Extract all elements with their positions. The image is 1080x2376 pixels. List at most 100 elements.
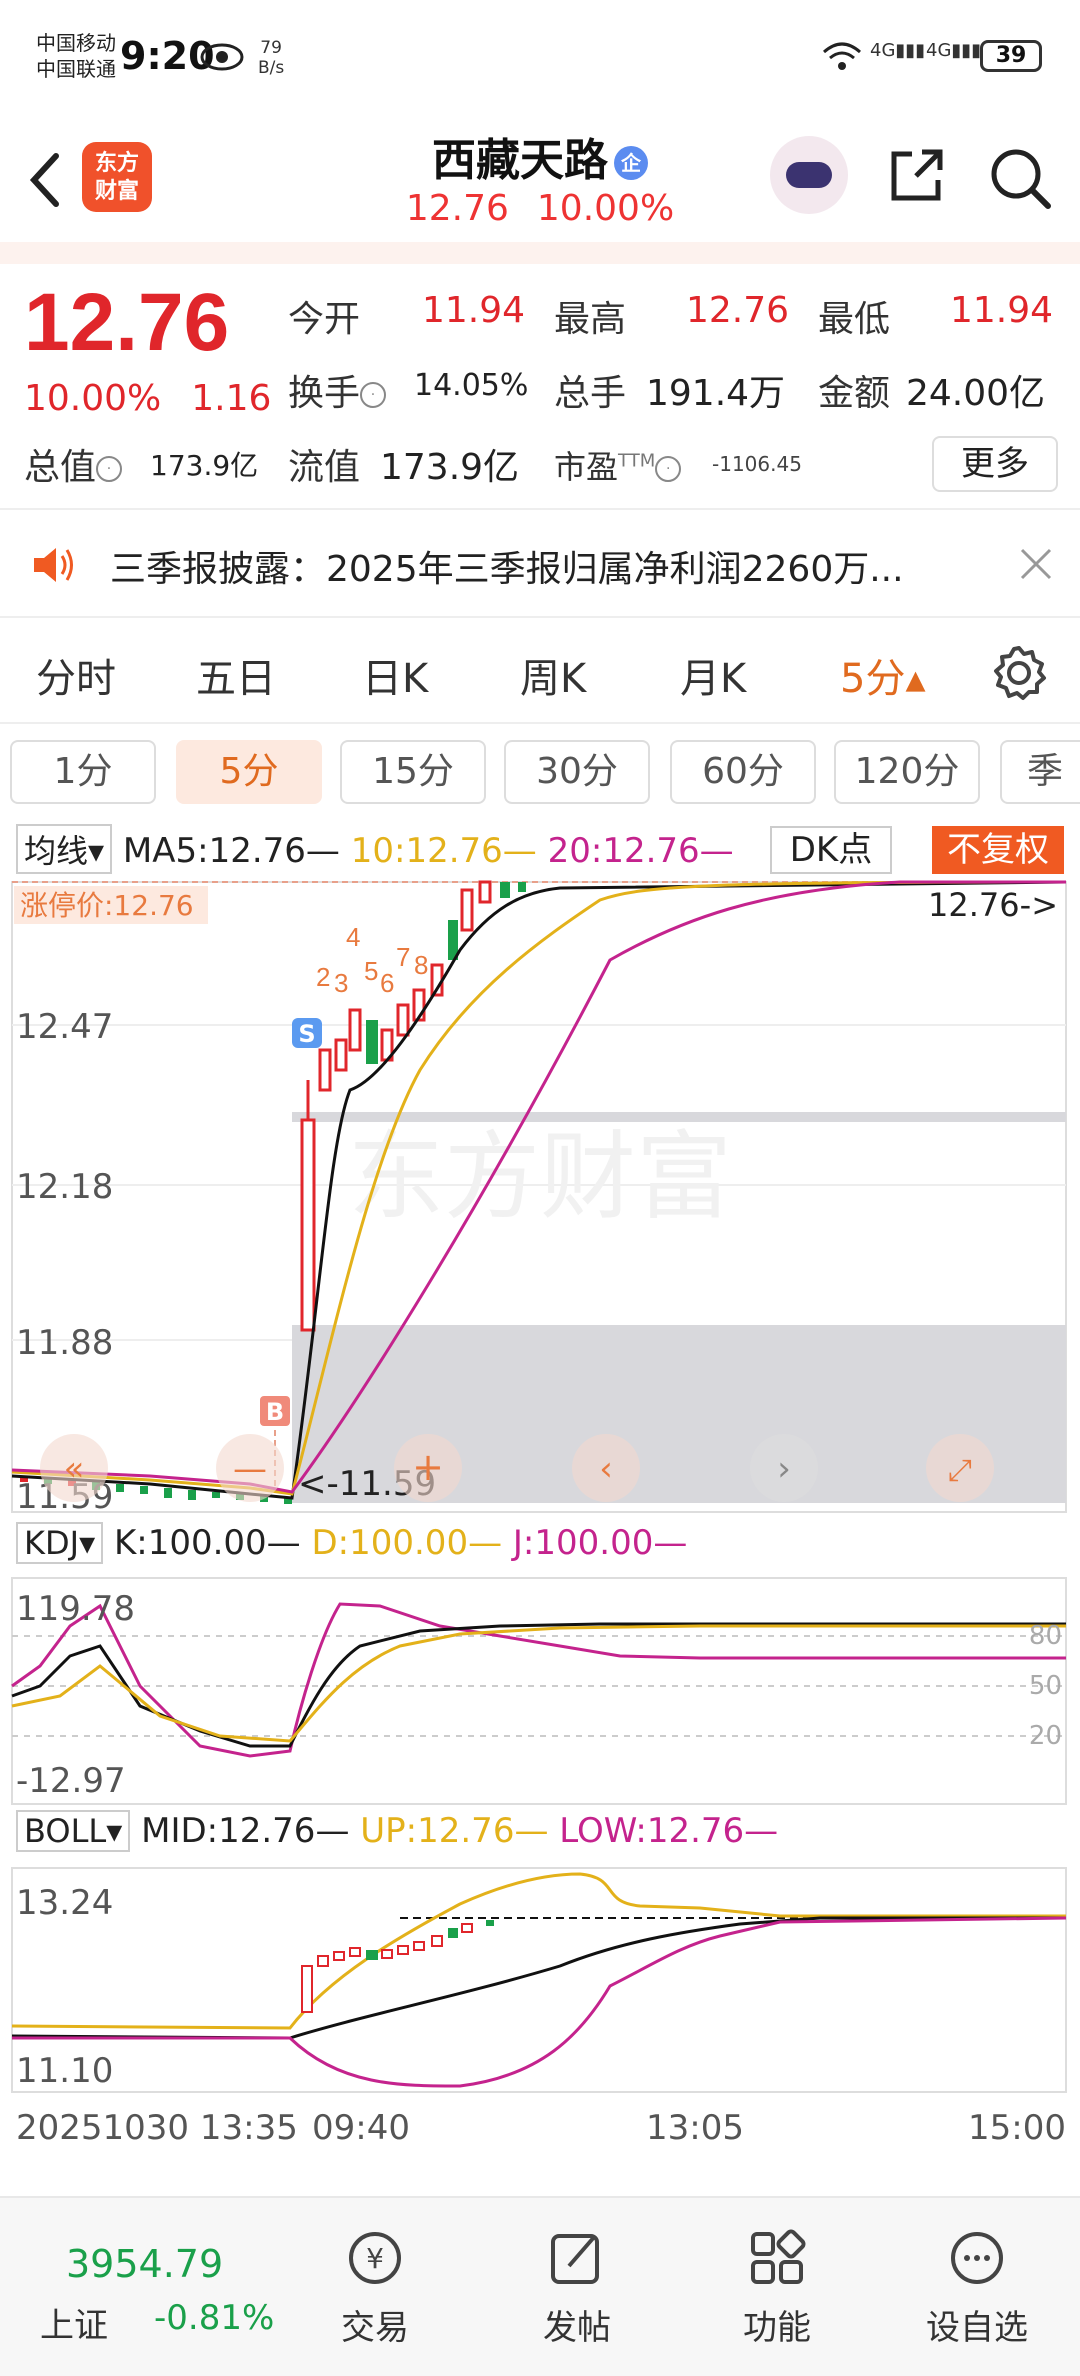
low-label: 最低 xyxy=(818,299,891,340)
candle xyxy=(413,1941,425,1951)
time-axis-t3: 15:00 xyxy=(968,2108,1066,2148)
turnover-label: 换手 · xyxy=(288,364,387,416)
right-price-label: 12.76-> xyxy=(928,886,1058,924)
ma20-label: 20:12.76— xyxy=(547,831,734,871)
nav-trade[interactable]: ¥ 交易 xyxy=(310,2226,440,2349)
tab-5min[interactable]: 5分▴ xyxy=(840,646,926,704)
nav-watchlist[interactable]: 设自选 xyxy=(912,2226,1042,2349)
ma10-label: 10:12.76— xyxy=(350,831,537,871)
float-value: 173.9亿 xyxy=(380,447,520,488)
more-button[interactable]: 更多 xyxy=(932,436,1058,492)
bottom-nav: 3954.79 上证 -0.81% ¥ 交易 发帖 功能 设自选 xyxy=(0,2196,1080,2376)
status-bar: 中国移动 中国联通 9:20 79 B/s 4G▮▮▮ 4G▮▮▮ 39 xyxy=(0,0,1080,110)
kdj-chart[interactable]: 119.78 -12.97 80 50 20 xyxy=(0,1576,1080,1806)
index-value[interactable]: 3954.79 xyxy=(66,2242,223,2286)
kdj-level: 50 xyxy=(1029,1671,1062,1701)
candle xyxy=(164,1488,172,1498)
high-label: 最高 xyxy=(554,299,627,340)
zoom-in-icon-glyph: + xyxy=(412,1445,444,1489)
interval-tabs: 1分 5分 15分 30分 60分 120分 季 xyxy=(0,736,1080,808)
candle-number: 4 xyxy=(346,922,360,952)
boll-selector[interactable]: BOLL▾ xyxy=(16,1810,131,1852)
time-axis-t2: 13:05 xyxy=(646,2108,744,2148)
tab-five-day[interactable]: 五日 xyxy=(196,646,276,704)
price-change: 10.00% 1.16 xyxy=(24,378,301,419)
candle xyxy=(300,1118,316,1332)
kdj-selector[interactable]: KDJ▾ xyxy=(16,1522,104,1564)
net-speed-unit: B/s xyxy=(258,58,285,78)
signal-1-icon: 4G▮▮▮ xyxy=(870,40,926,61)
pe-label: 市盈TTM · xyxy=(554,442,682,488)
kdj-k-label: K:100.00— xyxy=(113,1523,301,1563)
candle xyxy=(349,1947,361,1957)
header-divider xyxy=(0,242,1080,264)
change-percent: 10.00% xyxy=(24,378,162,419)
y-tick: 11.88 xyxy=(16,1323,113,1363)
nav-post[interactable]: 发帖 xyxy=(512,2226,642,2349)
ma-legend: 均线▾ MA5:12.76— 10:12.76— 20:12.76— xyxy=(16,824,734,874)
share-icon[interactable] xyxy=(886,146,946,206)
net-speed: 79 B/s xyxy=(258,38,284,78)
y-tick: 12.18 xyxy=(16,1167,113,1207)
info-icon[interactable]: · xyxy=(360,382,387,408)
current-price: 12.76 xyxy=(24,277,230,368)
index-change[interactable]: -0.81% xyxy=(154,2298,274,2338)
change-amount: 1.16 xyxy=(191,378,272,419)
kdj-frame xyxy=(11,1577,1067,1805)
tab-weekly-k[interactable]: 周K xyxy=(520,646,586,704)
candle xyxy=(486,1920,494,1926)
interval-30min[interactable]: 30分 xyxy=(504,740,650,804)
interval-5min[interactable]: 5分 xyxy=(176,740,322,804)
candle xyxy=(478,880,492,904)
assistant-robot-icon[interactable] xyxy=(770,136,848,214)
boll-up-line xyxy=(11,1872,1066,2030)
nav-functions[interactable]: 功能 xyxy=(712,2226,842,2349)
buy-marker-text: B xyxy=(266,1398,284,1426)
candle xyxy=(396,1003,410,1037)
open-label: 今开 xyxy=(288,299,361,340)
interval-60min[interactable]: 60分 xyxy=(670,740,816,804)
kdj-level: 80 xyxy=(1029,1621,1062,1651)
high-value: 12.76 xyxy=(686,290,790,331)
tab-daily-k[interactable]: 日K xyxy=(362,646,428,704)
turnover-value: 14.05% xyxy=(414,368,529,403)
net-speed-value: 79 xyxy=(260,38,282,58)
candle xyxy=(212,1492,220,1498)
stock-header: 东方 财富 西藏天路企 12.76 10.00% xyxy=(0,110,1080,240)
boll-chart[interactable]: 13.24 11.10 xyxy=(0,1866,1080,2102)
news-text: 三季报披露：2025年三季报归属净利润2260万... xyxy=(110,549,904,590)
candle-number: 8 xyxy=(414,950,428,980)
search-icon[interactable] xyxy=(988,146,1052,210)
svg-text:¥: ¥ xyxy=(366,2242,384,2275)
amount-label: 金额 xyxy=(818,373,891,414)
quote-panel: 12.76 10.00% 1.16 今开 11.94 最高 12.76 最低 11… xyxy=(0,264,1080,504)
tab-monthly-k[interactable]: 月K xyxy=(680,646,746,704)
enterprise-badge: 企 xyxy=(614,146,648,180)
float-label: 流值 xyxy=(288,447,361,488)
time-axis-t1: 09:40 xyxy=(312,2108,410,2148)
adjust-button[interactable]: 不复权 xyxy=(932,826,1064,874)
interval-15min[interactable]: 15分 xyxy=(340,740,486,804)
candle xyxy=(500,882,510,898)
boll-y-top: 13.24 xyxy=(16,1883,113,1923)
interval-quarter[interactable]: 季 xyxy=(1000,740,1080,804)
gear-icon[interactable] xyxy=(990,644,1048,702)
boll-low-line xyxy=(12,1916,1067,2088)
close-icon[interactable] xyxy=(1016,544,1056,584)
news-banner[interactable]: 三季报披露：2025年三季报归属净利润2260万... xyxy=(0,508,1080,618)
candle xyxy=(317,1955,329,1967)
fullscreen-icon-glyph: ⤢ xyxy=(948,1453,972,1488)
info-icon[interactable]: · xyxy=(96,456,123,482)
dk-point-button[interactable]: DK点 xyxy=(770,826,892,874)
interval-120min[interactable]: 120分 xyxy=(834,740,980,804)
index-name[interactable]: 上证 xyxy=(40,2298,108,2347)
interval-1min[interactable]: 1分 xyxy=(10,740,156,804)
nav-watchlist-label: 设自选 xyxy=(926,2308,1028,2348)
pe-value: -1106.45 xyxy=(712,452,802,476)
volume-value: 191.4万 xyxy=(646,373,786,414)
tab-intraday[interactable]: 分时 xyxy=(36,646,116,704)
info-icon[interactable]: · xyxy=(655,456,682,482)
ma-selector[interactable]: 均线▾ xyxy=(16,824,113,874)
boll-legend: BOLL▾ MID:12.76— UP:12.76— LOW:12.76— xyxy=(16,1810,778,1852)
time-axis-start: 20251030 13:35 xyxy=(16,2108,298,2148)
